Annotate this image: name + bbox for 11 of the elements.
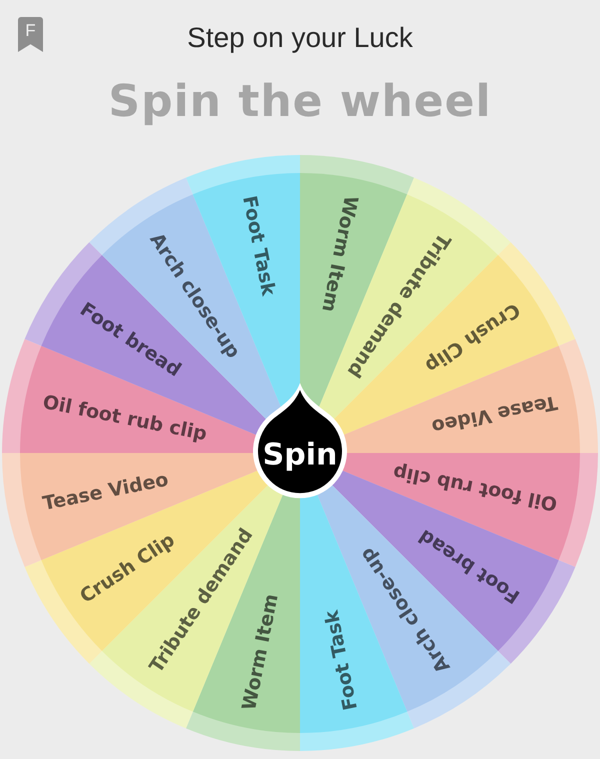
segment-label: Foot Task <box>320 608 362 712</box>
segment-label: Oil foot rub clip <box>391 460 560 515</box>
segment-label: Worm Item <box>238 592 283 712</box>
segment-label: Tease Video <box>430 391 560 438</box>
segment-label: Worm Item <box>317 194 362 314</box>
segment-label: Oil foot rub clip <box>40 391 209 446</box>
wheel-heading: Spin the wheel <box>108 76 492 129</box>
segment-label: Foot Task <box>238 194 280 298</box>
segment-label: Tease Video <box>40 468 170 515</box>
page-title: Step on your Luck <box>187 22 413 54</box>
spin-button[interactable]: Spin <box>253 383 347 498</box>
